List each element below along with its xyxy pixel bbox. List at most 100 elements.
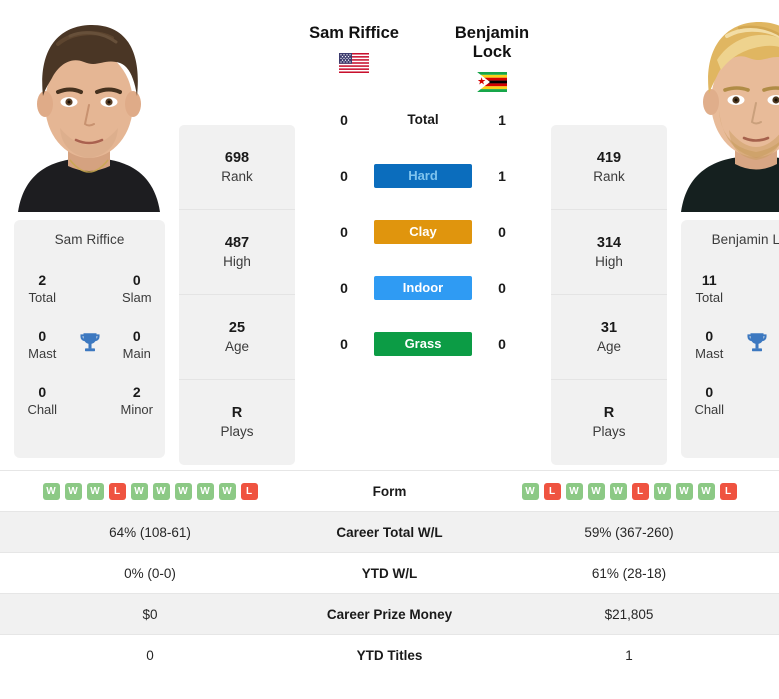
right-player-name[interactable]: Benjamin Lock bbox=[433, 24, 551, 62]
player-photo-left bbox=[0, 0, 179, 212]
right-rank-value: 419 bbox=[596, 149, 622, 166]
names-row-spacer bbox=[413, 24, 433, 92]
left-title-main: 0 Main bbox=[113, 328, 162, 362]
form-badge-left-3[interactable]: L bbox=[108, 482, 126, 500]
left-player-name[interactable]: Sam Riffice bbox=[295, 24, 413, 43]
player-comparison-page: Sam Riffice 2 Total 0 Slam 0 Mast 0 Main… bbox=[0, 0, 779, 699]
h2h-row-indoor: 0 Indoor 0 bbox=[333, 260, 513, 316]
h2h-clay-right-score: 0 bbox=[498, 223, 506, 240]
right-title-chall-label: Chall bbox=[694, 401, 725, 417]
h2h-hard-right-score: 1 bbox=[498, 167, 506, 184]
left-age-value: 25 bbox=[228, 319, 246, 336]
player-names-row: Sam Riffice Benjamin Lock bbox=[295, 24, 551, 92]
right-titles-card-name: Benjamin Lock bbox=[711, 232, 779, 247]
right-title-chall-value: 0 bbox=[705, 384, 714, 401]
player-photo-right bbox=[667, 0, 779, 212]
table-row-career-total-wl: 64% (108-61) Career Total W/L 59% (367-2… bbox=[0, 511, 779, 553]
trophy-icon bbox=[744, 330, 770, 361]
form-badge-right-1[interactable]: L bbox=[543, 482, 561, 500]
form-badge-left-6[interactable]: W bbox=[174, 482, 192, 500]
left-title-minor: 2 Minor bbox=[113, 384, 162, 418]
left-title-mast-value: 0 bbox=[38, 328, 47, 345]
left-info-column: 698 Rank 487 High 25 Age R Plays bbox=[179, 125, 295, 465]
us-flag-icon bbox=[339, 52, 369, 73]
trophy-icon bbox=[77, 330, 103, 361]
right-career-total-wl: 59% (367-260) bbox=[479, 511, 779, 553]
table-row-career-prize-money: $0 Career Prize Money $21,805 bbox=[0, 593, 779, 635]
left-form-cell: WWWLWWWWWL bbox=[0, 470, 300, 512]
form-badge-right-4[interactable]: W bbox=[609, 482, 627, 500]
form-badge-left-8[interactable]: W bbox=[218, 482, 236, 500]
right-titles-card: Benjamin Lock 11 Total 0 Slam 0 Mast bbox=[681, 220, 779, 458]
left-trophy-icon-cell bbox=[67, 330, 113, 361]
h2h-grass-left-score: 0 bbox=[340, 335, 348, 352]
left-career-total-wl: 64% (108-61) bbox=[0, 511, 300, 553]
form-badge-left-7[interactable]: W bbox=[196, 482, 214, 500]
left-rank-label: Rank bbox=[221, 168, 253, 184]
h2h-indoor-left-score: 0 bbox=[340, 279, 348, 296]
left-title-mast-label: Mast bbox=[28, 345, 57, 361]
left-high-value: 487 bbox=[224, 234, 250, 251]
right-ytd-titles: 1 bbox=[479, 634, 779, 676]
right-title-total-label: Total bbox=[695, 289, 723, 305]
form-badge-right-2[interactable]: W bbox=[565, 482, 583, 500]
h2h-clay-badge[interactable]: Clay bbox=[374, 219, 472, 244]
left-title-slam-label: Slam bbox=[121, 289, 152, 305]
comparison-top-section: Sam Riffice 2 Total 0 Slam 0 Mast 0 Main… bbox=[0, 0, 779, 470]
right-info-plays: R Plays bbox=[551, 380, 667, 465]
form-badge-right-3[interactable]: W bbox=[587, 482, 605, 500]
h2h-hard-left-score: 0 bbox=[340, 167, 348, 184]
form-badge-left-4[interactable]: W bbox=[130, 482, 148, 500]
right-player-column: Benjamin Lock 11 Total 0 Slam 0 Mast bbox=[667, 0, 779, 458]
left-title-mast: 0 Mast bbox=[18, 328, 67, 362]
left-high-label: High bbox=[223, 253, 251, 269]
right-trophy-icon-cell bbox=[734, 330, 779, 361]
h2h-grass-right-score: 0 bbox=[498, 335, 506, 352]
right-title-mast-label: Mast bbox=[695, 345, 724, 361]
table-row-form: WWWLWWWWWL Form WLWWWLWWWL bbox=[0, 470, 779, 512]
right-title-mast: 0 Mast bbox=[685, 328, 734, 362]
h2h-row-clay: 0 Clay 0 bbox=[333, 204, 513, 260]
form-badge-right-6[interactable]: W bbox=[653, 482, 671, 500]
left-titles-card: Sam Riffice 2 Total 0 Slam 0 Mast 0 Main… bbox=[14, 220, 165, 458]
left-title-total-label: Total bbox=[28, 289, 56, 305]
left-info-high: 487 High bbox=[179, 210, 295, 295]
left-ytd-titles: 0 bbox=[0, 634, 300, 676]
form-badge-left-1[interactable]: W bbox=[64, 482, 82, 500]
form-badge-right-5[interactable]: L bbox=[631, 482, 649, 500]
form-badge-left-5[interactable]: W bbox=[152, 482, 170, 500]
form-badge-left-9[interactable]: L bbox=[240, 482, 258, 500]
row-label-career-prize-money: Career Prize Money bbox=[300, 593, 479, 635]
right-high-value: 314 bbox=[596, 234, 622, 251]
h2h-total-left-score: 0 bbox=[340, 111, 348, 128]
left-career-prize-money: $0 bbox=[0, 593, 300, 635]
left-title-total: 2 Total bbox=[18, 272, 67, 306]
h2h-hard-badge[interactable]: Hard bbox=[374, 163, 472, 188]
right-info-column: 419 Rank 314 High 31 Age R Plays bbox=[551, 125, 667, 465]
left-title-total-value: 2 bbox=[38, 272, 47, 289]
form-badge-left-2[interactable]: W bbox=[86, 482, 104, 500]
right-title-chall: 0 Chall bbox=[685, 384, 734, 418]
right-titles-grid: 11 Total 0 Slam 0 Mast bbox=[685, 261, 779, 429]
table-row-ytd-titles: 0 YTD Titles 1 bbox=[0, 634, 779, 676]
left-title-minor-value: 2 bbox=[132, 384, 141, 401]
row-label-ytd-titles: YTD Titles bbox=[300, 634, 479, 676]
left-title-slam-value: 0 bbox=[132, 272, 141, 289]
form-badge-right-7[interactable]: W bbox=[675, 482, 693, 500]
h2h-grass-badge[interactable]: Grass bbox=[374, 331, 472, 356]
left-title-main-label: Main bbox=[122, 345, 151, 361]
left-plays-value: R bbox=[231, 405, 243, 422]
h2h-indoor-badge[interactable]: Indoor bbox=[374, 275, 472, 300]
right-info-age: 31 Age bbox=[551, 295, 667, 380]
h2h-indoor-right-score: 0 bbox=[498, 279, 506, 296]
right-info-rank: 419 Rank bbox=[551, 125, 667, 210]
form-badge-left-0[interactable]: W bbox=[42, 482, 60, 500]
form-badge-right-8[interactable]: W bbox=[697, 482, 715, 500]
form-badge-right-0[interactable]: W bbox=[521, 482, 539, 500]
zimbabwe-flag-icon bbox=[477, 71, 507, 92]
right-form-strip: WLWWWLWWWL bbox=[479, 482, 779, 500]
right-form-cell: WLWWWLWWWL bbox=[479, 470, 779, 512]
right-plays-label: Plays bbox=[592, 424, 626, 440]
form-badge-right-9[interactable]: L bbox=[719, 482, 737, 500]
right-plays-value: R bbox=[603, 405, 615, 422]
